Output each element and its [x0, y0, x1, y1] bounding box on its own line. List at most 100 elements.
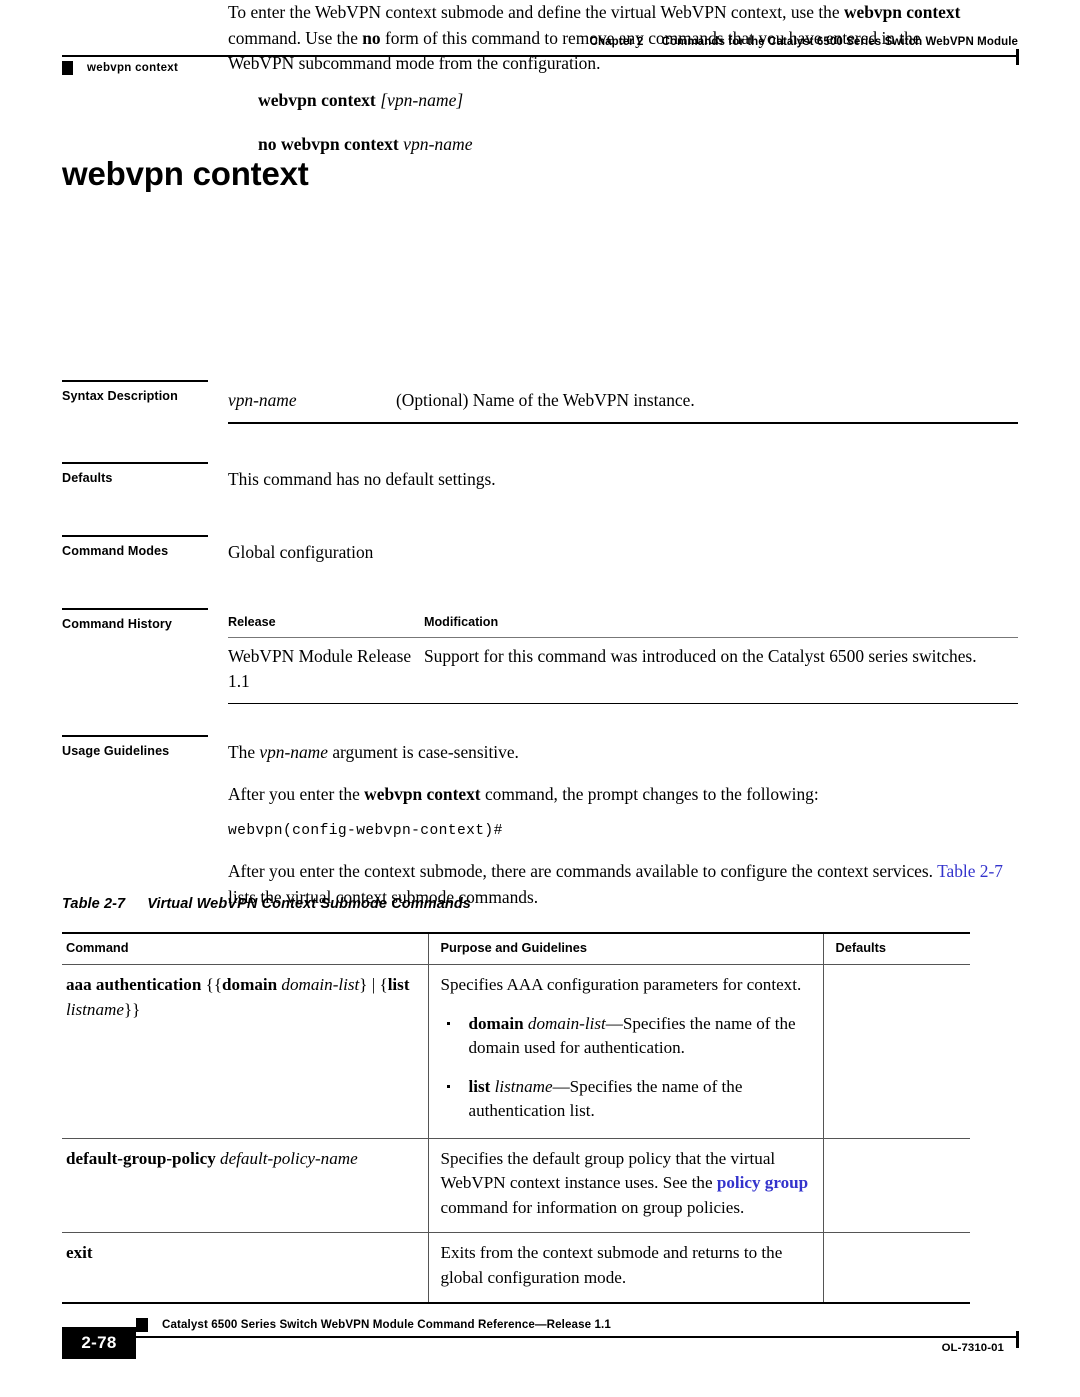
submode-commands-table: Command Purpose and Guidelines Defaults … [62, 932, 970, 1304]
column-header-purpose: Purpose and Guidelines [427, 932, 823, 965]
intro-text-2: command. Use the [228, 27, 363, 48]
section-label-command-history: Command History [62, 617, 172, 631]
section-command-modes: Command Modes Global configuration [62, 535, 1018, 566]
syntax-description-text: (Optional) Name of the WebVPN instance. [396, 390, 695, 410]
section-label-usage-guidelines: Usage Guidelines [62, 744, 170, 758]
cli-prompt-example: webvpn(config-webvpn-context)# [228, 823, 503, 839]
section-rule [62, 462, 208, 464]
syntax-block: webvpn context [vpn-name] no webvpn cont… [258, 88, 473, 157]
table-row: aaa authentication {{domain domain-list}… [62, 964, 970, 1139]
defaults-text: This command has no default settings. [228, 469, 496, 489]
usage-italic-vpn-name: vpn-name [259, 742, 328, 762]
section-usage-guidelines: Usage Guidelines The vpn-name argument i… [62, 735, 1018, 910]
cell-command-exit: exit [62, 1232, 428, 1304]
header-running-command: webvpn context [62, 61, 178, 75]
cmd-text-1: {{ [201, 975, 223, 994]
section-label-syntax-description: Syntax Description [62, 389, 178, 403]
usage-paragraph-1: The vpn-name argument is case-sensitive. [228, 740, 1018, 766]
square-marker-icon [136, 1318, 148, 1332]
policy-group-link[interactable]: policy group [717, 1173, 808, 1192]
footer-doc-title: Catalyst 6500 Series Switch WebVPN Modul… [162, 1318, 611, 1331]
cell-defaults-default-group-policy [822, 1138, 970, 1233]
syntax-line-negative: no webvpn context vpn-name [258, 132, 473, 157]
purpose-intro-text: Specifies AAA configuration parameters f… [440, 975, 802, 994]
cell-command-default-group-policy: default-group-policy default-policy-name [62, 1138, 428, 1233]
table-cross-reference-link[interactable]: Table 2-7 [937, 861, 1003, 881]
intro-text-1: To enter the WebVPN context submode and … [228, 2, 844, 22]
footer-rule [62, 1331, 1019, 1348]
syntax-argument: [vpn-name] [380, 90, 464, 110]
cell-purpose-exit: Exits from the context submode and retur… [427, 1232, 823, 1304]
page-title: webvpn context [62, 155, 309, 193]
cmd-text-3: }} [123, 999, 141, 1019]
cmd-italic-domain-list: domain-list [281, 975, 360, 994]
table-header-row: Release Modification [228, 613, 1018, 638]
cell-defaults-aaa-authentication [822, 964, 970, 1139]
cmd-bold-list: list [387, 975, 410, 994]
usage-text-3a: After you enter the context submode, the… [228, 861, 938, 881]
syntax-command: webvpn context [258, 90, 376, 110]
section-syntax-description: Syntax Description vpn-name (Optional) N… [62, 380, 1018, 424]
table-row: WebVPN Module Release 1.1 Support for th… [228, 637, 1018, 704]
cmd-text-2: } | { [359, 975, 388, 994]
table-row: default-group-policy default-policy-name… [62, 1138, 970, 1233]
cell-defaults-exit [822, 1232, 970, 1304]
section-label-command-modes: Command Modes [62, 544, 169, 558]
column-header-defaults: Defaults [822, 932, 970, 965]
syntax-description-bottom-rule [228, 422, 1018, 424]
square-marker-icon [62, 61, 73, 75]
intro-bold-command: webvpn context [843, 2, 961, 22]
footer-rule-tick [1016, 1331, 1019, 1348]
syntax-description-table: vpn-name (Optional) Name of the WebVPN i… [228, 385, 1018, 422]
section-label-defaults: Defaults [62, 471, 113, 485]
table-header-row: Command Purpose and Guidelines Defaults [62, 932, 970, 965]
bullet-bold-list: list [468, 1076, 491, 1096]
column-header-command: Command [62, 932, 428, 965]
usage-text-1a: The [228, 742, 260, 762]
intro-paragraph: To enter the WebVPN context submode and … [228, 0, 990, 77]
command-history-table: Release Modification WebVPN Module Relea… [228, 613, 1018, 704]
column-header-release: Release [228, 613, 424, 638]
table-caption-title: Virtual WebVPN Context Submode Commands [147, 896, 471, 912]
usage-text-1b: argument is case-sensitive. [327, 742, 519, 762]
cell-purpose-aaa-authentication: Specifies AAA configuration parameters f… [427, 964, 823, 1139]
cmd-bold-exit: exit [66, 1243, 93, 1262]
cmd-bold-domain: domain [222, 975, 278, 994]
list-item: list listname—Specifies the name of the … [441, 1075, 811, 1124]
usage-text-2a: After you enter the [228, 783, 365, 804]
section-body-defaults: This command has no default settings. [228, 462, 1018, 493]
usage-bold-command: webvpn context [364, 783, 481, 804]
table-row: exit Exits from the context submode and … [62, 1232, 970, 1304]
footer-document-id: OL-7310-01 [941, 1342, 1004, 1354]
purpose-text-2b: command for information on group policie… [440, 1197, 745, 1217]
bullet-bold-domain: domain [468, 1013, 524, 1033]
section-body-syntax-description: vpn-name (Optional) Name of the WebVPN i… [228, 380, 1018, 424]
section-body-command-modes: Global configuration [228, 535, 1018, 566]
syntax-line-positive: webvpn context [vpn-name] [258, 88, 473, 113]
cell-command-aaa-authentication: aaa authentication {{domain domain-list}… [62, 964, 428, 1139]
section-body-usage-guidelines: The vpn-name argument is case-sensitive.… [228, 735, 1018, 910]
page-number-badge: 2-78 [62, 1327, 136, 1359]
usage-text-2b: command, the prompt changes to the follo… [480, 783, 819, 804]
section-defaults: Defaults This command has no default set… [62, 462, 1018, 493]
table-caption-number: Table 2-7 [62, 896, 126, 912]
cmd-bold-aaa: aaa authentication [66, 975, 202, 994]
cell-purpose-default-group-policy: Specifies the default group policy that … [427, 1138, 823, 1233]
syntax-description-arg: vpn-name [228, 390, 297, 410]
section-rule [62, 535, 208, 537]
syntax-no-command: no webvpn context [258, 134, 399, 154]
command-modes-text: Global configuration [228, 542, 374, 562]
cmd-bold-default-group-policy: default-group-policy [66, 1148, 216, 1168]
bullet-italic-domain-list: domain-list [527, 1013, 606, 1033]
section-rule [62, 735, 208, 737]
purpose-bullet-list: domain domain-list—Specifies the name of… [441, 1012, 811, 1124]
section-rule [62, 380, 208, 382]
cmd-italic-default-policy-name: default-policy-name [220, 1148, 358, 1168]
cell-release: WebVPN Module Release 1.1 [228, 637, 424, 704]
section-rule [62, 608, 208, 610]
bullet-italic-listname: listname [494, 1076, 553, 1096]
header-rule-tick [1016, 49, 1019, 65]
syntax-no-argument: vpn-name [403, 134, 473, 154]
cmd-italic-listname: listname [66, 999, 124, 1019]
header-running-command-label: webvpn context [87, 62, 179, 74]
